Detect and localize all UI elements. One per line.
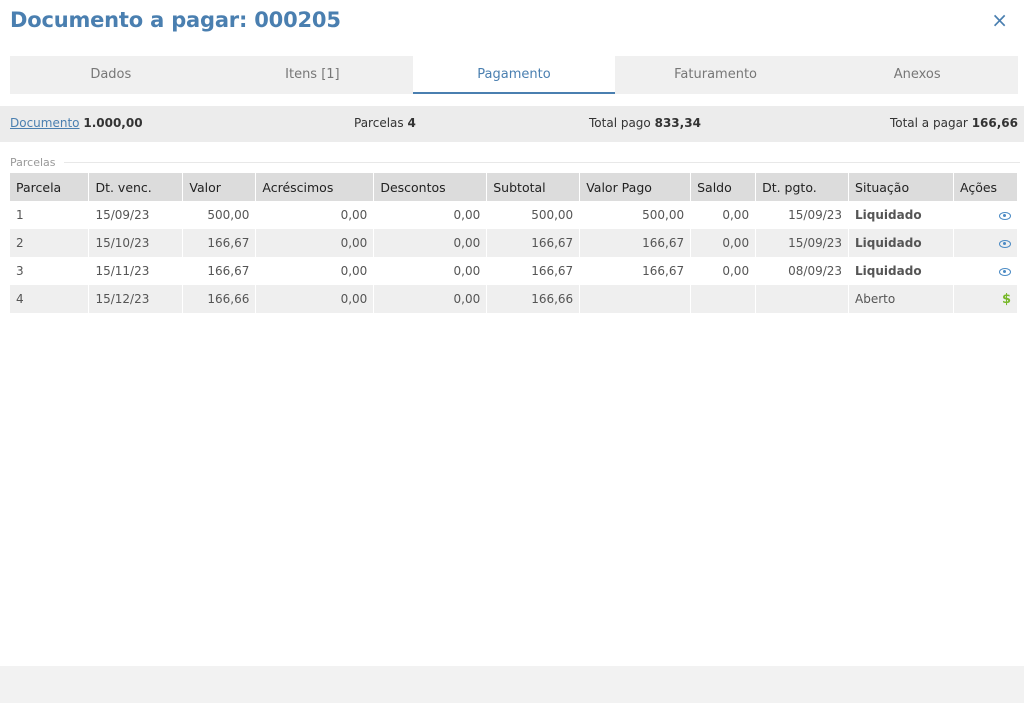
cell-valor-pago: 500,00	[579, 201, 692, 229]
cell-descontos: 0,00	[373, 257, 488, 285]
status-badge: Liquidado	[848, 229, 954, 257]
cell-valor: 500,00	[182, 201, 257, 229]
total-pago-label: Total pago	[589, 116, 651, 130]
cell-dt-venc: 15/09/23	[88, 201, 184, 229]
cell-acoes	[953, 201, 1019, 229]
cell-acrescimos: 0,00	[255, 257, 375, 285]
cell-saldo: 0,00	[690, 201, 757, 229]
modal-footer	[0, 666, 1024, 703]
fieldset-divider	[10, 162, 1020, 163]
total-pagar-label: Total a pagar	[889, 116, 968, 130]
cell-parcela: 2	[10, 229, 90, 257]
tab-itens[interactable]: Itens [1]	[212, 56, 414, 94]
cell-dt-venc: 15/11/23	[88, 257, 184, 285]
total-pago-value: 833,34	[654, 116, 701, 130]
cell-descontos: 0,00	[373, 285, 488, 313]
col-acoes: Ações	[953, 173, 1019, 201]
col-descontos[interactable]: Descontos	[373, 173, 488, 201]
document-modal: Documento a pagar: 000205 × Dados Itens …	[0, 0, 1024, 703]
tab-dados[interactable]: Dados	[10, 56, 212, 94]
cell-dt-pgto	[755, 285, 850, 313]
col-valor[interactable]: Valor	[182, 173, 257, 201]
view-icon[interactable]	[999, 211, 1011, 220]
total-pagar-value: 166,66	[971, 116, 1018, 130]
cell-valor: 166,67	[182, 257, 257, 285]
parcelas-table: Parcela Dt. venc. Valor Acréscimos Desco…	[10, 173, 1019, 313]
cell-valor-pago: 166,67	[579, 257, 692, 285]
cell-acoes: $	[953, 285, 1019, 313]
summary-total-pago: Total pago 833,34	[589, 116, 701, 130]
tab-bar: Dados Itens [1] Pagamento Faturamento An…	[10, 56, 1018, 94]
status-badge: Liquidado	[848, 201, 954, 229]
col-acrescimos[interactable]: Acréscimos	[255, 173, 375, 201]
modal-header: Documento a pagar: 000205 ×	[0, 0, 1024, 48]
cell-saldo	[690, 285, 757, 313]
cell-subtotal: 166,66	[486, 285, 581, 313]
table-row: 2 15/10/23 166,67 0,00 0,00 166,67 166,6…	[10, 229, 1019, 257]
parcelas-legend: Parcelas	[10, 156, 64, 169]
col-saldo[interactable]: Saldo	[690, 173, 757, 201]
payment-summary-bar: Documento 1.000,00 Parcelas 4 Total pago…	[0, 106, 1024, 142]
tab-anexos[interactable]: Anexos	[816, 56, 1018, 94]
cell-acrescimos: 0,00	[255, 201, 375, 229]
table-header-row: Parcela Dt. venc. Valor Acréscimos Desco…	[10, 173, 1019, 201]
cell-dt-venc: 15/12/23	[88, 285, 184, 313]
cell-acoes	[953, 257, 1019, 285]
summary-parcelas: Parcelas 4	[354, 116, 416, 130]
cell-subtotal: 500,00	[486, 201, 581, 229]
status-badge: Liquidado	[848, 257, 954, 285]
cell-acoes	[953, 229, 1019, 257]
modal-title: Documento a pagar: 000205	[10, 8, 341, 32]
cell-parcela: 1	[10, 201, 90, 229]
table-row: 1 15/09/23 500,00 0,00 0,00 500,00 500,0…	[10, 201, 1019, 229]
cell-descontos: 0,00	[373, 229, 488, 257]
cell-valor: 166,66	[182, 285, 257, 313]
parcelas-label: Parcelas	[354, 116, 404, 130]
close-icon[interactable]: ×	[991, 10, 1008, 30]
cell-dt-pgto: 15/09/23	[755, 229, 850, 257]
cell-valor-pago: 166,67	[579, 229, 692, 257]
cell-parcela: 4	[10, 285, 90, 313]
view-icon[interactable]	[999, 239, 1011, 248]
cell-subtotal: 166,67	[486, 257, 581, 285]
col-subtotal[interactable]: Subtotal	[486, 173, 581, 201]
cell-saldo: 0,00	[690, 229, 757, 257]
cell-acrescimos: 0,00	[255, 285, 375, 313]
cell-valor-pago	[579, 285, 692, 313]
cell-subtotal: 166,67	[486, 229, 581, 257]
cell-parcela: 3	[10, 257, 90, 285]
col-parcela[interactable]: Parcela	[10, 173, 90, 201]
table-row: 4 15/12/23 166,66 0,00 0,00 166,66 Abert…	[10, 285, 1019, 313]
cell-valor: 166,67	[182, 229, 257, 257]
summary-total-a-pagar: Total a pagar 166,66	[890, 116, 1018, 130]
view-icon[interactable]	[999, 267, 1011, 276]
tab-pagamento[interactable]: Pagamento	[413, 56, 615, 94]
summary-documento: Documento 1.000,00	[10, 116, 143, 130]
cell-dt-pgto: 08/09/23	[755, 257, 850, 285]
cell-dt-pgto: 15/09/23	[755, 201, 850, 229]
table-row: 3 15/11/23 166,67 0,00 0,00 166,67 166,6…	[10, 257, 1019, 285]
cell-descontos: 0,00	[373, 201, 488, 229]
col-valor-pago[interactable]: Valor Pago	[579, 173, 692, 201]
col-dt-venc[interactable]: Dt. venc.	[88, 173, 184, 201]
col-dt-pgto[interactable]: Dt. pgto.	[755, 173, 850, 201]
status-badge: Aberto	[848, 285, 954, 313]
documento-value: 1.000,00	[83, 116, 143, 130]
parcelas-value: 4	[407, 116, 416, 130]
pay-dollar-icon[interactable]: $	[1002, 292, 1011, 307]
cell-saldo: 0,00	[690, 257, 757, 285]
tab-faturamento[interactable]: Faturamento	[615, 56, 817, 94]
documento-link[interactable]: Documento	[10, 116, 80, 130]
col-situacao[interactable]: Situação	[848, 173, 954, 201]
cell-dt-venc: 15/10/23	[88, 229, 184, 257]
cell-acrescimos: 0,00	[255, 229, 375, 257]
